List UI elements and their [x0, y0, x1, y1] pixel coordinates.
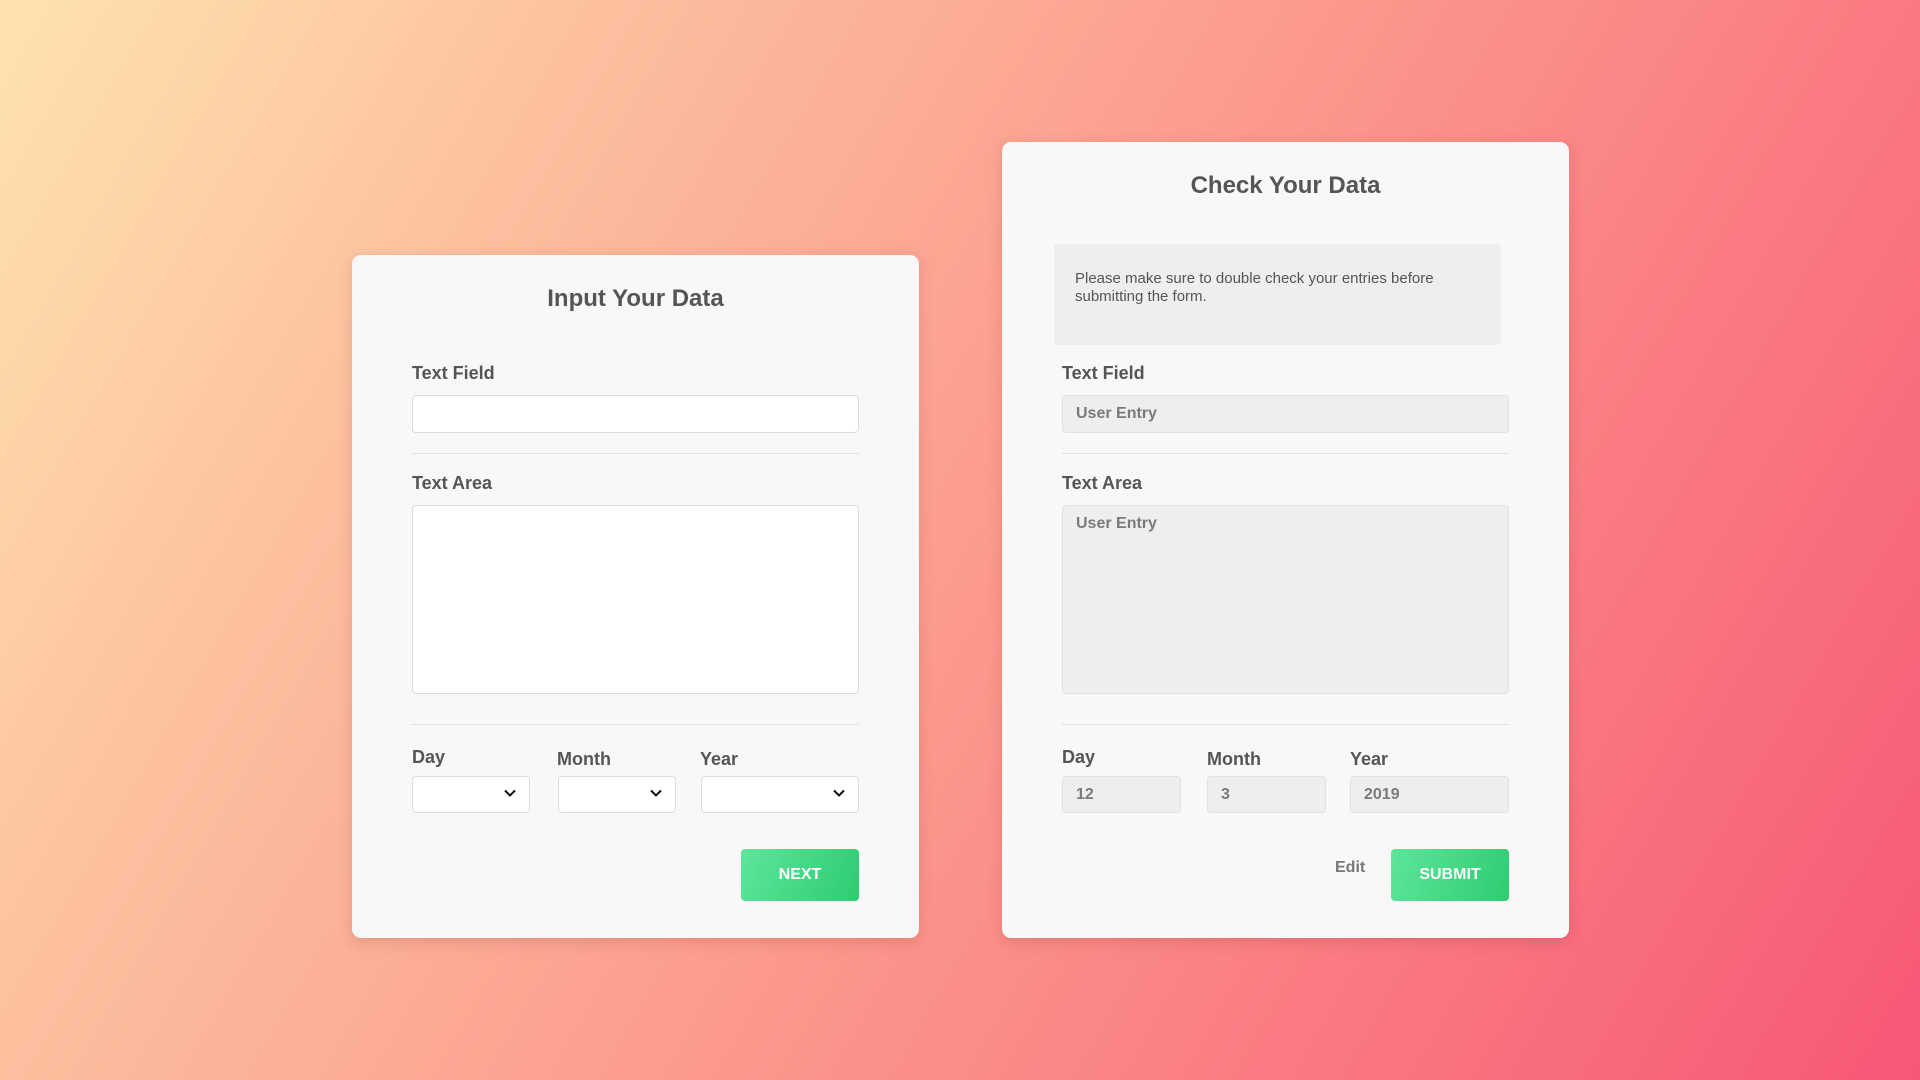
text-field-readonly: User Entry — [1062, 395, 1509, 433]
divider — [412, 724, 859, 725]
text-area-readonly: User Entry — [1062, 505, 1509, 694]
notice-box: Please make sure to double check your en… — [1054, 244, 1501, 345]
month-label: Month — [1207, 749, 1261, 769]
divider — [412, 453, 859, 454]
day-label: Day — [412, 747, 446, 767]
submit-button[interactable]: SUBMIT — [1391, 849, 1509, 901]
text-field-value: User Entry — [1076, 405, 1157, 422]
day-select[interactable] — [412, 776, 530, 813]
chevron-down-icon — [833, 789, 845, 797]
day-label: Day — [1062, 747, 1096, 767]
check-data-card: Check Your Data Please make sure to doub… — [1002, 142, 1569, 938]
text-field-label: Text Field — [412, 363, 495, 383]
chevron-down-icon — [650, 789, 662, 797]
text-area-label: Text Area — [1062, 473, 1143, 493]
month-select[interactable] — [558, 776, 676, 813]
year-value: 2019 — [1364, 786, 1400, 803]
day-value: 12 — [1076, 786, 1094, 803]
month-readonly: 3 — [1207, 776, 1326, 813]
divider — [1062, 453, 1509, 454]
text-area-input[interactable] — [412, 505, 859, 694]
text-field-input[interactable] — [412, 395, 859, 433]
year-select[interactable] — [701, 776, 859, 813]
divider — [1062, 724, 1509, 725]
edit-link[interactable]: Edit — [1335, 859, 1365, 877]
year-readonly: 2019 — [1350, 776, 1509, 813]
next-button[interactable]: NEXT — [741, 849, 859, 901]
chevron-down-icon — [504, 789, 516, 797]
month-value: 3 — [1221, 786, 1230, 803]
year-label: Year — [1350, 749, 1389, 769]
month-label: Month — [557, 749, 611, 769]
input-data-card: Input Your Data Text Field Text Area Day… — [352, 255, 919, 938]
input-card-title: Input Your Data — [547, 285, 724, 312]
text-area-value: User Entry — [1076, 515, 1157, 532]
text-field-label: Text Field — [1062, 363, 1145, 383]
day-readonly: 12 — [1062, 776, 1181, 813]
year-label: Year — [700, 749, 739, 769]
text-area-label: Text Area — [412, 473, 493, 493]
check-card-title: Check Your Data — [1190, 172, 1381, 199]
